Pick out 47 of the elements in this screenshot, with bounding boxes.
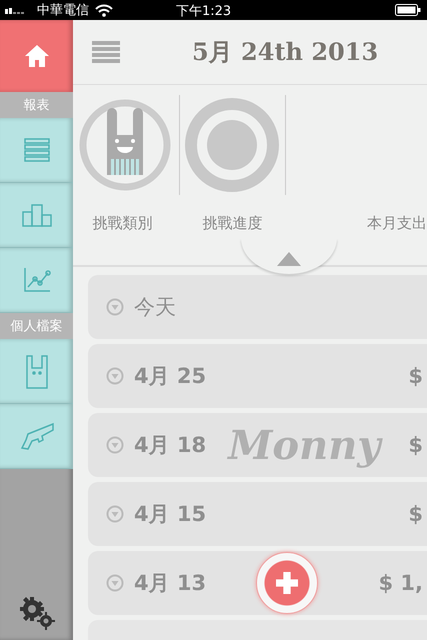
- sidebar-item[interactable]: [0, 118, 73, 183]
- day-amount: $: [408, 502, 423, 526]
- dropdown-circle-icon: [106, 367, 124, 385]
- up-triangle-icon: [277, 252, 301, 266]
- day-label: 4月 13: [134, 570, 206, 597]
- sidebar-item[interactable]: [0, 339, 73, 404]
- day-label: 4月 25: [134, 363, 206, 390]
- day-amount: $: [408, 433, 423, 457]
- list-icon: [24, 138, 50, 162]
- sidebar-section-header: 報表: [0, 92, 73, 118]
- dropdown-circle-icon: [106, 436, 124, 454]
- wifi-icon: [95, 4, 113, 16]
- day-amount: $: [408, 364, 423, 388]
- day-row[interactable]: 4月 13 $ 1,: [88, 551, 427, 615]
- sidebar-item[interactable]: [0, 183, 73, 248]
- progress-ring-icon[interactable]: [185, 98, 279, 192]
- home-icon: [24, 44, 50, 68]
- sidebar-item[interactable]: [0, 20, 73, 92]
- date-title: 5月 24th 2013: [192, 36, 378, 68]
- plus-icon: [276, 572, 298, 594]
- summary-label: 本月支出: [367, 214, 427, 233]
- sidebar-item[interactable]: [0, 248, 73, 313]
- day-amount: $ 1,: [378, 571, 423, 595]
- dropdown-circle-icon: [106, 298, 124, 316]
- sidebar-section-header: 個人檔案: [0, 313, 73, 339]
- day-row[interactable]: 今天: [88, 275, 427, 339]
- day-label: 4月 15: [134, 501, 206, 528]
- podium-icon: [22, 203, 52, 227]
- sidebar-item[interactable]: [0, 404, 73, 469]
- dropdown-circle-icon: [106, 574, 124, 592]
- summary-label: 挑戰進度: [202, 214, 262, 233]
- settings-icon[interactable]: [18, 596, 54, 630]
- day-row[interactable]: 4月 15 $: [88, 482, 427, 546]
- day-label: 4月 18: [134, 432, 206, 459]
- day-label: 今天: [134, 294, 176, 321]
- status-time: 下午1:23: [176, 3, 232, 20]
- dropdown-circle-icon: [106, 505, 124, 523]
- carrier-name: 中華電信: [37, 2, 89, 19]
- add-button[interactable]: [256, 552, 318, 614]
- bunny-badge-icon[interactable]: [79, 99, 171, 191]
- line-chart-icon: [22, 267, 50, 293]
- battery-icon: [395, 4, 421, 16]
- day-row[interactable]: 4月 25 $: [88, 344, 427, 408]
- menu-icon[interactable]: [92, 41, 120, 63]
- gun-icon: [20, 422, 54, 450]
- summary-label: 挑戰類別: [92, 214, 152, 233]
- bunny-icon: [24, 353, 50, 389]
